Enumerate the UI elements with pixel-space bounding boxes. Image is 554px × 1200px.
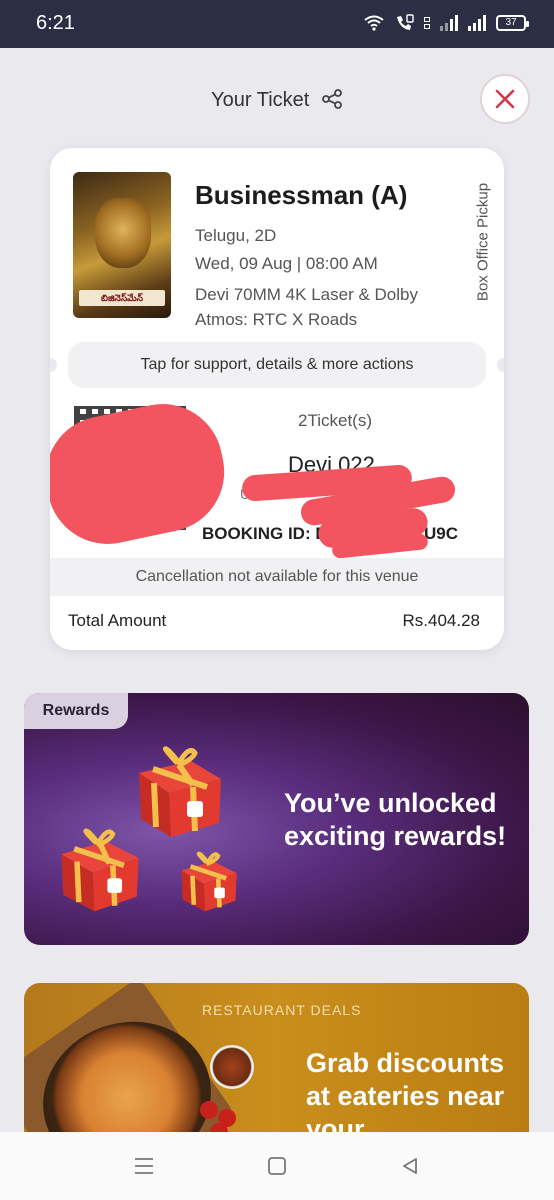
pickup-label: Box Office Pickup [474,182,492,302]
menu-icon [135,1158,153,1174]
battery-icon: 37 [496,15,529,31]
status-bar: 6:21 37 [0,0,554,48]
ticket-header: Your Ticket [0,48,554,148]
booking-id-suffix: U9C [424,524,459,543]
support-button[interactable]: Tap for support, details & more actions [68,342,486,388]
rewards-text: You’ve unlocked exciting rewards! [284,788,507,851]
movie-title: Businessman (A) [195,180,408,210]
total-amount-label: Total Amount [68,611,167,630]
ticket-notch-left [50,358,57,372]
signal-icon-2 [468,15,486,31]
rewards-badge: Rewards [24,693,128,729]
page-title: Your Ticket [0,89,554,112]
home-square-icon [268,1157,286,1175]
gift-icon [181,851,237,912]
rewards-banner[interactable]: Rewards You’ve unlocked exciting rewards… [24,693,529,945]
close-icon [495,89,515,109]
page-title-text: Your Ticket [211,89,310,111]
gift-icon [61,828,139,912]
cancellation-notice: Cancellation not available for this venu… [50,558,504,596]
share-icon[interactable] [321,89,343,109]
network-speed-icon [424,17,430,29]
venue-name: Devi 70MM 4K Laser & Dolby Atmos: RTC X … [195,285,418,329]
restaurant-deals-tag: RESTAURANT DEALS [202,1002,362,1018]
volte-call-icon [397,14,414,30]
booking-id: BOOKING ID: D [202,524,328,543]
back-triangle-icon [403,1158,417,1174]
poster-title: బిజినెస్‌మేన్ [79,290,165,306]
wifi-icon [364,15,384,31]
navigation-bar [0,1132,554,1200]
poster-figure [95,198,151,268]
movie-language: Telugu, 2D [195,226,277,245]
food-bowl-image [210,1045,254,1089]
tomato-image [200,1101,218,1119]
close-button[interactable] [480,74,530,124]
status-time: 6:21 [36,12,75,34]
back-button[interactable] [398,1154,422,1178]
recent-apps-button[interactable] [132,1154,156,1178]
status-icons: 37 [364,14,529,32]
ticket-card: బిజినెస్‌మేన్ Businessman (A) Telugu, 2D… [50,148,504,650]
home-button[interactable] [265,1154,289,1178]
show-datetime: Wed, 09 Aug | 08:00 AM [195,254,378,273]
total-amount-value: Rs.404.28 [402,611,481,630]
ticket-notch-right [497,358,504,372]
movie-poster: బిజినెస్‌మేన్ [73,172,171,318]
signal-icon [440,15,458,31]
ticket-count: 2Ticket(s) [298,411,372,430]
